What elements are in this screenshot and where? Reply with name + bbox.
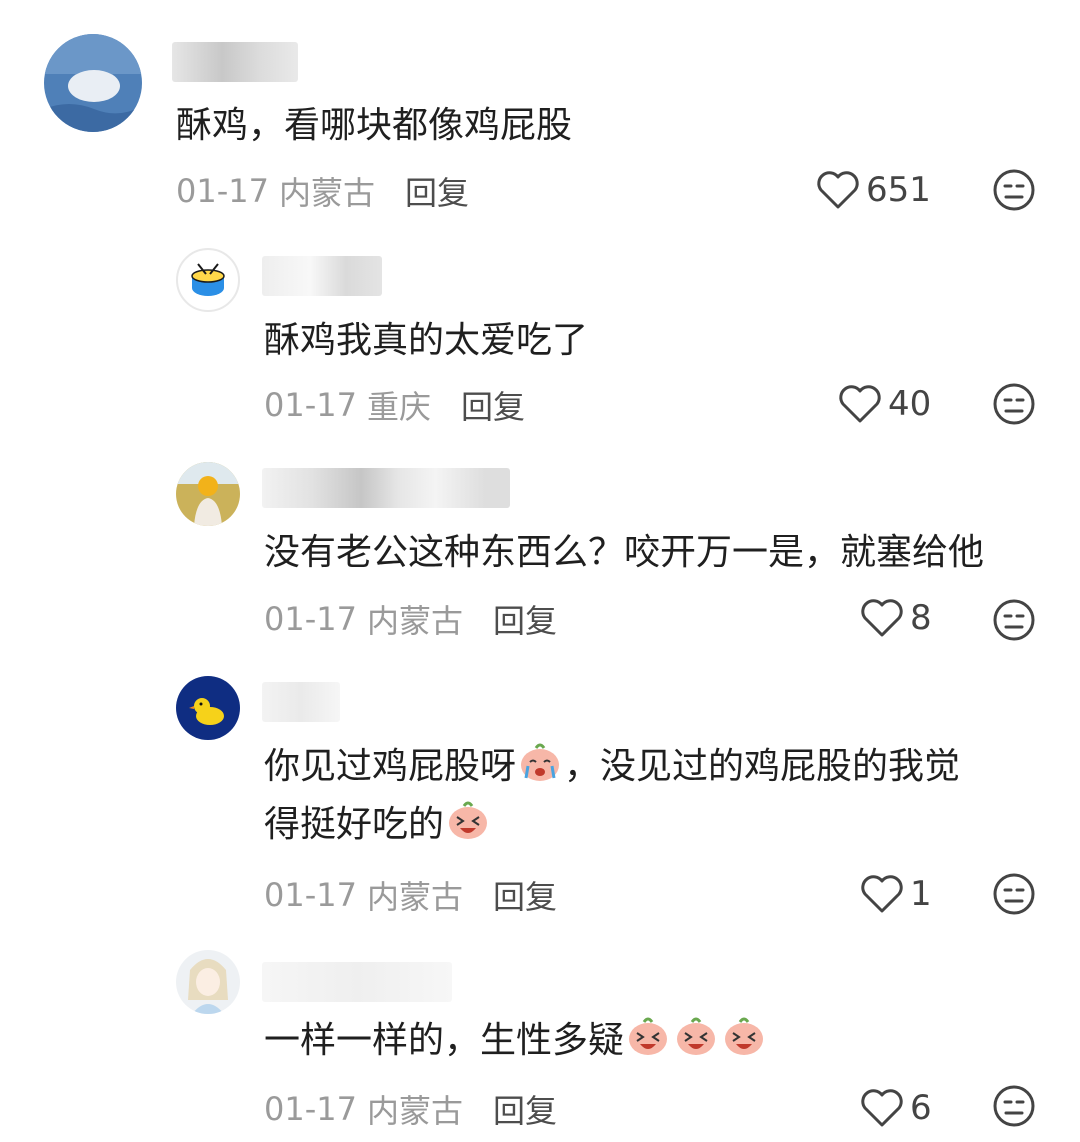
reply-button[interactable]: 回复 xyxy=(405,168,469,214)
like-count: 6 xyxy=(910,1088,932,1128)
laughing-peach-emoji xyxy=(677,1017,716,1055)
reply-button[interactable]: 回复 xyxy=(493,872,557,918)
username-blurred[interactable] xyxy=(262,468,510,508)
comment-meta: 01-17 内蒙古 回复 xyxy=(176,168,469,214)
avatar[interactable] xyxy=(176,462,240,526)
react-button[interactable] xyxy=(992,598,1036,646)
neutral-face-icon xyxy=(993,599,1035,641)
comment-meta: 01-17 重庆 回复 xyxy=(264,382,525,428)
comment-date: 01-17 xyxy=(176,172,269,210)
avatar[interactable] xyxy=(176,676,240,740)
reply-button[interactable]: 回复 xyxy=(493,596,557,642)
comment-location: 内蒙古 xyxy=(366,878,463,916)
like-button[interactable]: 1 xyxy=(860,874,932,914)
neutral-face-icon xyxy=(993,1085,1035,1127)
comment-location: 内蒙古 xyxy=(278,174,375,212)
like-count: 651 xyxy=(866,170,931,210)
avatar[interactable] xyxy=(176,248,240,312)
comment-meta: 01-17 内蒙古 回复 xyxy=(264,872,557,918)
neutral-face-icon xyxy=(993,383,1035,425)
comment-date: 01-17 xyxy=(264,1090,357,1128)
comment-text: 你见过鸡屁股呀 ，没见过的鸡屁股的我觉 得挺好吃的 xyxy=(264,738,960,854)
laughing-peach-emoji xyxy=(725,1017,764,1055)
crying-peach-emoji xyxy=(521,743,560,781)
like-button[interactable]: 6 xyxy=(860,1088,932,1128)
comment-text: 酥鸡我真的太爱吃了 xyxy=(264,320,589,361)
heart-outline-icon xyxy=(861,599,903,637)
laughing-peach-emoji xyxy=(449,801,488,839)
neutral-face-icon xyxy=(993,169,1035,211)
like-count: 8 xyxy=(910,598,932,638)
comment-date: 01-17 xyxy=(264,386,357,424)
username-blurred[interactable] xyxy=(262,256,382,296)
comment-text: 没有老公这种东西么？咬开万一是，就塞给他 xyxy=(264,532,985,573)
reply-button[interactable]: 回复 xyxy=(493,1086,557,1132)
react-button[interactable] xyxy=(992,1084,1036,1132)
like-button[interactable]: 8 xyxy=(860,598,932,638)
react-button[interactable] xyxy=(992,382,1036,430)
comment-text-part: 一样一样的，生性多疑 xyxy=(264,1020,625,1061)
comment-date: 01-17 xyxy=(264,600,357,638)
like-button[interactable]: 651 xyxy=(816,170,931,210)
comment-date: 01-17 xyxy=(264,876,357,914)
comment-text: 一样一样的，生性多疑 xyxy=(264,1012,768,1070)
comment-text: 酥鸡，看哪块都像鸡屁股 xyxy=(176,105,573,146)
laughing-peach-emoji xyxy=(629,1017,668,1055)
heart-outline-icon xyxy=(839,385,881,423)
comment-text-part: ，没见过的鸡屁股的我觉 xyxy=(564,746,961,787)
comment-text-part: 你见过鸡屁股呀 xyxy=(264,746,517,787)
heart-outline-icon xyxy=(861,875,903,913)
avatar[interactable] xyxy=(176,950,240,1014)
react-button[interactable] xyxy=(992,168,1036,216)
like-count: 40 xyxy=(888,384,932,424)
like-button[interactable]: 40 xyxy=(838,384,931,424)
heart-outline-icon xyxy=(861,1089,903,1127)
comment-location: 内蒙古 xyxy=(366,602,463,640)
comment-location: 内蒙古 xyxy=(366,1092,463,1130)
username-blurred[interactable] xyxy=(172,42,298,82)
comment-meta: 01-17 内蒙古 回复 xyxy=(264,596,557,642)
heart-outline-icon xyxy=(817,171,859,209)
comment-text-part: 得挺好吃的 xyxy=(264,804,445,845)
avatar[interactable] xyxy=(44,34,142,132)
neutral-face-icon xyxy=(993,873,1035,915)
username-blurred[interactable] xyxy=(262,682,340,722)
like-count: 1 xyxy=(910,874,932,914)
react-button[interactable] xyxy=(992,872,1036,920)
reply-button[interactable]: 回复 xyxy=(461,382,525,428)
username-blurred[interactable] xyxy=(262,962,452,1002)
comment-location: 重庆 xyxy=(366,388,431,426)
comment-meta: 01-17 内蒙古 回复 xyxy=(264,1086,557,1132)
